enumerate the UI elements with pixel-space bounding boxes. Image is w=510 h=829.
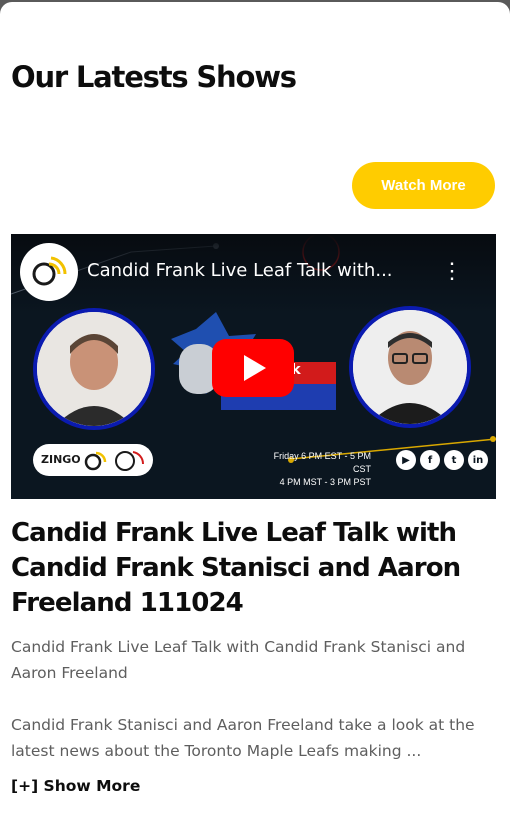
partner-logo-icons	[84, 451, 145, 471]
show-title[interactable]: Candid Frank Live Leaf Talk with Candid …	[11, 516, 491, 621]
show-description-1: Candid Frank Live Leaf Talk with Candid …	[11, 638, 466, 682]
person-icon	[37, 312, 151, 426]
schedule-line-1: Friday 6 PM EST - 5 PM CST	[273, 451, 371, 474]
partner-logos: ZINGO	[33, 444, 153, 476]
twitter-icon: t	[444, 450, 464, 470]
host-photo-left	[33, 308, 155, 430]
more-options-icon[interactable]: ⋮	[441, 260, 463, 284]
show-description-2: Candid Frank Stanisci and Aaron Freeland…	[11, 716, 475, 760]
channel-logo-icon	[32, 256, 67, 286]
play-icon[interactable]	[212, 339, 294, 397]
watch-more-button[interactable]: Watch More	[352, 162, 495, 209]
schedule-line-2: 4 PM MST - 3 PM PST	[279, 477, 371, 487]
facebook-icon: f	[420, 450, 440, 470]
show-more-link[interactable]: [+] Show More	[11, 777, 140, 795]
video-player[interactable]: Candid Frank Live Leaf Talk with... ⋮ ra…	[11, 234, 496, 499]
schedule-text: Friday 6 PM EST - 5 PM CST 4 PM MST - 3 …	[271, 450, 371, 489]
channel-avatar[interactable]	[20, 243, 78, 301]
zingo-logo: ZINGO	[41, 453, 81, 466]
host-photo-right	[349, 306, 471, 428]
video-title[interactable]: Candid Frank Live Leaf Talk with...	[87, 260, 393, 281]
person-icon	[353, 310, 467, 424]
linkedin-icon: in	[468, 450, 488, 470]
section-title: Our Latests Shows	[11, 60, 297, 94]
social-icons: ▶ f t in	[396, 450, 488, 472]
shows-card: Our Latests Shows Watch More Candid Fran…	[0, 2, 510, 829]
youtube-icon: ▶	[396, 450, 416, 470]
